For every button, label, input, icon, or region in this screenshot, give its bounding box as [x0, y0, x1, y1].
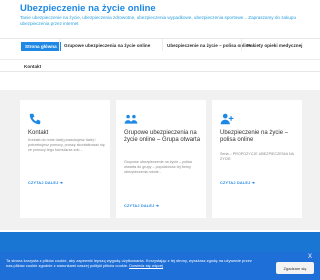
site-tagline: Tanie ubezpieczenie na życie, ubezpiecze… [20, 15, 297, 27]
card-title[interactable]: Kontakt [28, 130, 106, 137]
site-title[interactable]: Ubezpieczenie na życie online [20, 3, 156, 14]
site-header: Ubezpieczenie na życie online Tanie ubez… [0, 0, 320, 38]
read-more-link[interactable]: CZYTAJ DALEJ ➜ [124, 203, 159, 208]
read-more-label: CZYTAJ DALEJ [28, 181, 59, 185]
card-description: Grupowe ubezpieczenie na życie – polisa … [124, 160, 192, 174]
read-more-link[interactable]: CZYTAJ DALEJ ➜ [28, 180, 63, 185]
nav-separator [241, 39, 242, 51]
content-area: Kontakt Kontakt do mnie dalej poszukujes… [0, 90, 320, 230]
cookie-learn-more-link[interactable]: Dowiedz się więcej [129, 263, 163, 268]
read-more-link[interactable]: CZYTAJ DALEJ ➜ [220, 180, 255, 185]
nav-separator [162, 39, 163, 51]
read-more-label: CZYTAJ DALEJ [220, 181, 251, 185]
arrow-right-icon: ➜ [251, 181, 256, 185]
card-title[interactable]: Grupowe ubezpieczenia na życie online – … [124, 130, 202, 144]
nav-separator [59, 39, 60, 51]
arrow-right-icon: ➜ [155, 204, 160, 208]
card-description: Seria – PROPOZYCJE UBEZPIECZENIA NA ŻYCI… [220, 152, 294, 161]
nav-row-divider [0, 59, 320, 60]
phone-icon [29, 113, 41, 125]
cookie-banner: Ta strona korzysta z plików cookie, aby … [0, 252, 320, 280]
card-contact: Kontakt Kontakt do mnie dalej poszukujes… [20, 100, 110, 218]
nav-item-life-insurance[interactable]: Ubezpieczenie na życie – polisa online [167, 43, 251, 48]
nav-item-contact[interactable]: Kontakt [24, 64, 41, 69]
card-life-insurance: Ubezpieczenie na życie – polisa online S… [212, 100, 302, 218]
nav-item-medical-packages[interactable]: Pakiety opieki medycznej [247, 43, 302, 48]
card-description: Kontakt do mnie dalej poszukujesz dalej … [28, 138, 105, 152]
main-navigation: Strona główna Grupowe ubezpieczenia na ż… [0, 38, 320, 72]
card-title[interactable]: Ubezpieczenie na życie – polisa online [220, 130, 298, 144]
group-users-icon [124, 114, 138, 124]
close-icon[interactable]: X [308, 254, 312, 260]
cookie-text: Ta strona korzysta z plików cookie, aby … [6, 258, 252, 268]
card-group-insurance: Grupowe ubezpieczenia na życie online – … [116, 100, 206, 218]
nav-item-home[interactable]: Strona główna [21, 42, 61, 51]
cookie-accept-button[interactable]: Zgadzam się [276, 262, 314, 274]
arrow-right-icon: ➜ [59, 181, 64, 185]
read-more-label: CZYTAJ DALEJ [124, 204, 155, 208]
add-user-icon [220, 113, 234, 125]
nav-item-group-insurance[interactable]: Grupowe ubezpieczenia na życie online [64, 43, 150, 48]
